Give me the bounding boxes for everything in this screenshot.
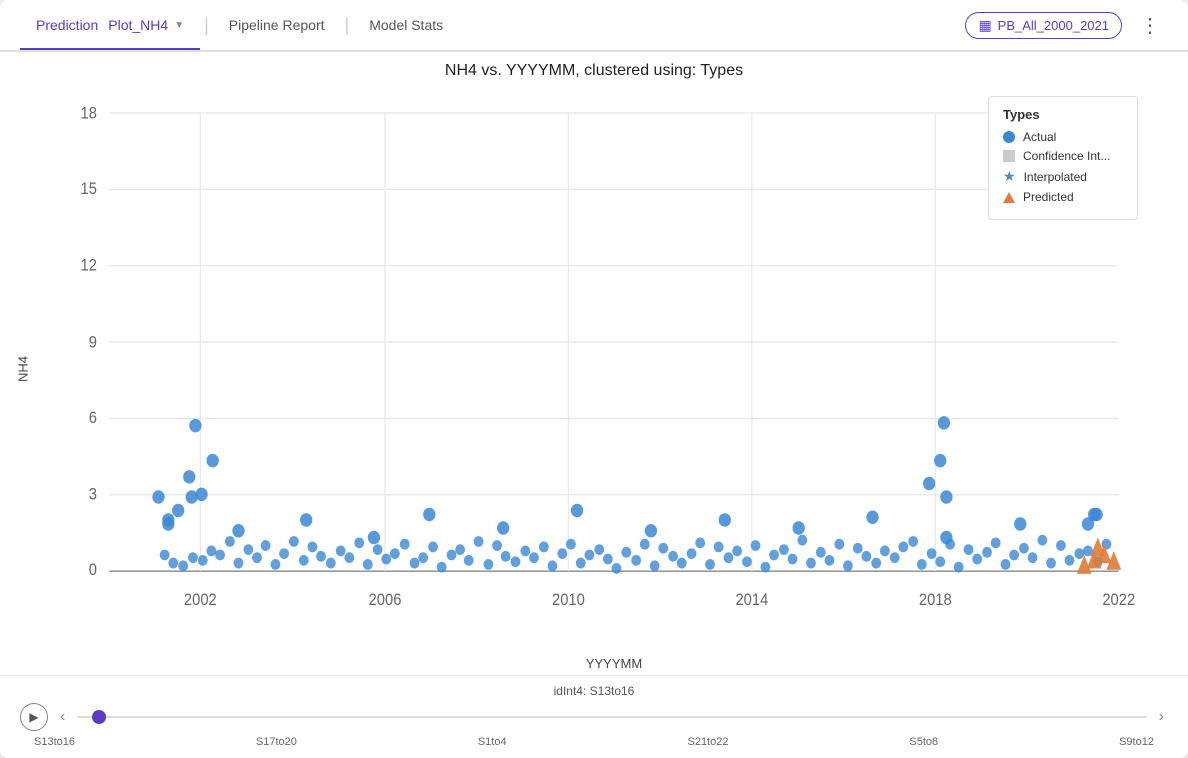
slider-area: idInt4: S13to16 ▶ ‹ › S13to16 S17to20 S1… — [0, 675, 1188, 758]
tab-pipeline-report[interactable]: Pipeline Report — [213, 0, 341, 50]
top-nav: Prediction Plot_NH4 ▼ | Pipeline Report … — [0, 0, 1188, 52]
dataset-label: PB_All_2000_2021 — [998, 18, 1109, 33]
slider-track — [77, 716, 1146, 718]
svg-text:3: 3 — [89, 486, 97, 504]
svg-text:2006: 2006 — [369, 591, 402, 609]
svg-text:2018: 2018 — [919, 591, 952, 609]
legend-label-interpolated: Interpolated — [1024, 170, 1087, 184]
chart-wrapper: NH4 vs. YYYYMM, clustered using: Types N… — [0, 52, 1188, 758]
chart-legend: Types Actual Confidence Int... ★ Interpo… — [988, 96, 1138, 220]
nav-right: ▦ PB_All_2000_2021 ⋮ — [965, 9, 1168, 42]
slider-id-label: idInt4: S13to16 — [20, 684, 1168, 698]
chart-svg-container: 18 15 12 9 6 3 0 2 — [60, 86, 1168, 652]
legend-item-actual: Actual — [1003, 130, 1123, 144]
dataset-icon: ▦ — [978, 17, 991, 34]
tab-prediction-label: Prediction — [36, 17, 98, 33]
y-axis-label: NH4 — [16, 356, 31, 382]
play-button[interactable]: ▶ — [20, 703, 48, 731]
slider-label-2: S1to4 — [478, 736, 507, 748]
svg-text:2022: 2022 — [1102, 591, 1135, 609]
svg-text:12: 12 — [81, 257, 97, 275]
svg-text:0: 0 — [89, 562, 97, 580]
nav-separator-1: | — [200, 15, 213, 36]
slider-prev-button[interactable]: ‹ — [56, 706, 69, 728]
slider-label-1: S17to20 — [256, 736, 297, 748]
more-icon: ⋮ — [1140, 13, 1160, 38]
svg-text:18: 18 — [81, 105, 97, 123]
tab-prediction[interactable]: Prediction Plot_NH4 ▼ — [20, 0, 200, 50]
nav-separator-2: | — [341, 15, 354, 36]
legend-item-confidence: Confidence Int... — [1003, 149, 1123, 163]
svg-text:9: 9 — [89, 334, 97, 352]
chart-title: NH4 vs. YYYYMM, clustered using: Types — [0, 62, 1188, 80]
slider-label-5: S9to12 — [1119, 736, 1154, 748]
tab-prediction-sub: Plot_NH4 — [108, 17, 168, 33]
svg-text:6: 6 — [89, 409, 97, 427]
slider-labels: S13to16 S17to20 S1to4 S21to22 S5to8 S9to… — [20, 736, 1168, 748]
legend-triangle-predicted — [1003, 192, 1015, 203]
slider-thumb[interactable] — [92, 710, 106, 724]
slider-track-container[interactable] — [77, 702, 1146, 732]
svg-text:2010: 2010 — [552, 591, 585, 609]
legend-dot-actual — [1003, 131, 1015, 143]
slider-label-3: S21to22 — [687, 736, 728, 748]
svg-text:2002: 2002 — [184, 591, 217, 609]
more-button[interactable]: ⋮ — [1132, 9, 1168, 42]
legend-label-actual: Actual — [1023, 130, 1056, 144]
tab-model-stats[interactable]: Model Stats — [353, 0, 459, 50]
legend-star-interpolated: ★ — [1003, 168, 1016, 185]
tab-model-stats-label: Model Stats — [369, 17, 443, 33]
legend-title: Types — [1003, 107, 1123, 122]
dataset-badge[interactable]: ▦ PB_All_2000_2021 — [965, 12, 1122, 39]
slider-label-0: S13to16 — [34, 736, 75, 748]
svg-text:15: 15 — [81, 180, 97, 198]
dropdown-icon[interactable]: ▼ — [174, 20, 184, 31]
app-container: Prediction Plot_NH4 ▼ | Pipeline Report … — [0, 0, 1188, 758]
svg-text:2014: 2014 — [735, 591, 768, 609]
legend-item-interpolated: ★ Interpolated — [1003, 168, 1123, 185]
slider-next-button[interactable]: › — [1155, 706, 1168, 728]
slider-row: ▶ ‹ › — [20, 702, 1168, 732]
legend-item-predicted: Predicted — [1003, 190, 1123, 204]
chart-content: NH4 18 15 12 — [0, 86, 1188, 652]
tab-pipeline-report-label: Pipeline Report — [229, 17, 325, 33]
legend-label-predicted: Predicted — [1023, 190, 1074, 204]
legend-square-confidence — [1003, 150, 1015, 162]
play-icon: ▶ — [29, 710, 38, 724]
x-axis-label: YYYYMM — [0, 652, 1188, 675]
slider-label-4: S5to8 — [909, 736, 938, 748]
legend-label-confidence: Confidence Int... — [1023, 149, 1110, 163]
